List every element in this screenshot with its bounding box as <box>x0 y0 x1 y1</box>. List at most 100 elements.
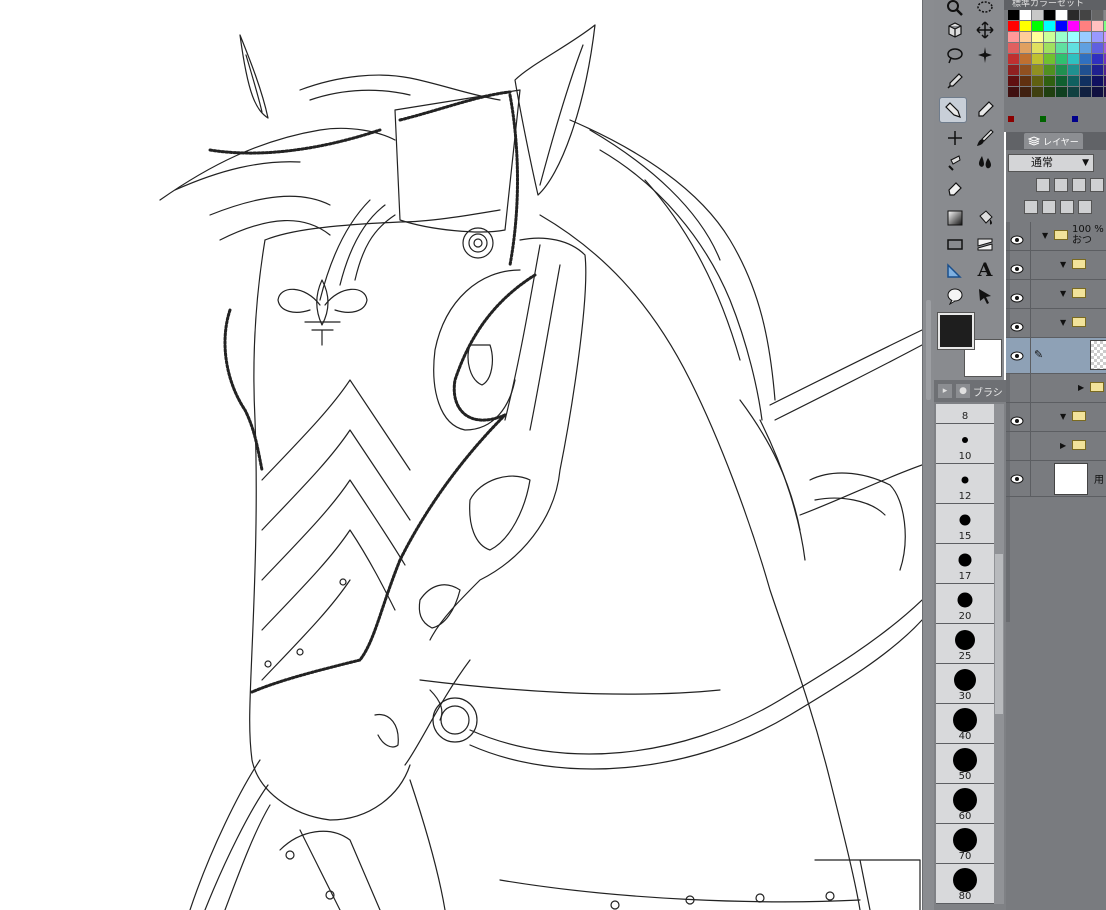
zoom-tool-button[interactable] <box>942 0 968 20</box>
color-set-tab[interactable]: 標準カラーセット <box>1004 0 1106 10</box>
color-swatch[interactable] <box>1008 76 1019 86</box>
layer-row[interactable]: ▶ <box>1006 374 1106 403</box>
color-swatch[interactable] <box>1092 32 1103 42</box>
color-swatch[interactable] <box>1044 32 1055 42</box>
blend-mode-select[interactable]: 通常 ▼ <box>1008 154 1094 172</box>
brush-size-item[interactable]: 70 <box>936 824 994 864</box>
color-swatch[interactable] <box>1008 65 1019 75</box>
eye-icon[interactable] <box>1010 382 1024 392</box>
layer-row[interactable]: ▼ 100 % おつ <box>1006 222 1106 251</box>
color-swatch[interactable] <box>1020 10 1031 20</box>
color-swatch[interactable] <box>1092 10 1103 20</box>
color-swatch[interactable] <box>1044 54 1055 64</box>
fill-tool-button[interactable] <box>972 206 998 230</box>
scrollbar-thumb[interactable] <box>995 554 1003 714</box>
color-swatch[interactable] <box>1056 87 1067 97</box>
pen-tool-button[interactable] <box>939 97 967 123</box>
color-swatch[interactable] <box>1092 87 1103 97</box>
brush-size-item[interactable]: 30 <box>936 664 994 704</box>
color-swatch[interactable] <box>1068 43 1079 53</box>
color-swatch[interactable] <box>1032 87 1043 97</box>
color-swatch[interactable] <box>1068 32 1079 42</box>
color-swatch[interactable] <box>1068 10 1079 20</box>
color-swatch[interactable] <box>1092 21 1103 31</box>
color-swatch[interactable] <box>1020 76 1031 86</box>
layer-row[interactable]: ▼ <box>1006 251 1106 280</box>
decoration-tool-button[interactable] <box>942 150 968 174</box>
gradient-tool-button[interactable] <box>942 206 968 230</box>
new-raster-layer-icon[interactable] <box>1024 200 1038 214</box>
eye-icon[interactable] <box>1010 288 1024 303</box>
color-swatch[interactable] <box>1056 76 1067 86</box>
new-vector-layer-icon[interactable] <box>1042 200 1056 214</box>
eye-icon[interactable] <box>1010 411 1024 426</box>
lock-transparency-icon[interactable] <box>1090 178 1104 192</box>
recent-color-swatch[interactable] <box>1040 116 1046 122</box>
color-swatch[interactable] <box>1092 43 1103 53</box>
color-swatch[interactable] <box>1056 54 1067 64</box>
color-swatch[interactable] <box>1044 65 1055 75</box>
brush-size-tab[interactable]: ▸ ● ブラシ <box>934 380 1006 402</box>
color-swatch[interactable] <box>1032 65 1043 75</box>
move-tool-button[interactable] <box>972 18 998 42</box>
brush-size-item[interactable]: 17 <box>936 544 994 584</box>
color-swatch[interactable] <box>1080 65 1091 75</box>
brush-size-item[interactable]: 50 <box>936 744 994 784</box>
color-swatch[interactable] <box>1092 76 1103 86</box>
eye-icon[interactable] <box>1010 230 1024 245</box>
color-swatch[interactable] <box>1008 87 1019 97</box>
text-tool-button[interactable]: A <box>972 258 998 282</box>
splitter-grip[interactable] <box>926 300 931 400</box>
color-swatch[interactable] <box>1080 43 1091 53</box>
clip-icon[interactable] <box>1036 178 1050 192</box>
color-swatch[interactable] <box>1008 43 1019 53</box>
color-swatch[interactable] <box>1032 76 1043 86</box>
color-swatch[interactable] <box>1068 87 1079 97</box>
color-swatch[interactable] <box>1020 43 1031 53</box>
color-swatch[interactable] <box>1020 32 1031 42</box>
layer-row[interactable]: ▼ <box>1006 280 1106 309</box>
object-tool-button[interactable] <box>942 18 968 42</box>
chevron-down-icon[interactable]: ▼ <box>1060 412 1066 421</box>
brush-size-item[interactable]: 40 <box>936 704 994 744</box>
chevron-down-icon[interactable]: ▼ <box>1042 231 1048 240</box>
color-swatch[interactable] <box>1092 65 1103 75</box>
chevron-right-icon[interactable]: ▶ <box>1060 441 1066 450</box>
blend-tool-button[interactable] <box>972 150 998 174</box>
reference-icon[interactable] <box>1054 178 1068 192</box>
panel-menu-icon[interactable]: ▸ <box>938 384 952 398</box>
color-swatch[interactable] <box>1080 87 1091 97</box>
color-swatch[interactable] <box>1068 76 1079 86</box>
color-swatch[interactable] <box>1008 54 1019 64</box>
brush-size-item[interactable]: 80 <box>936 864 994 904</box>
pencil-tool-button[interactable] <box>972 98 998 122</box>
layer-row[interactable]: ▶ <box>1006 432 1106 461</box>
frame-tool-button[interactable] <box>972 232 998 256</box>
color-swatch[interactable] <box>1056 21 1067 31</box>
color-swatch[interactable] <box>1044 76 1055 86</box>
color-swatch[interactable] <box>1056 32 1067 42</box>
color-swatch[interactable] <box>1032 10 1043 20</box>
tab-layer[interactable]: レイヤー <box>1024 133 1083 149</box>
color-swatch[interactable] <box>1020 54 1031 64</box>
drawing-canvas[interactable] <box>0 0 922 910</box>
layer-row[interactable]: 用 <box>1006 461 1106 497</box>
brush-list-scrollbar[interactable] <box>994 404 1004 904</box>
brush-size-item[interactable]: 25 <box>936 624 994 664</box>
color-swatch[interactable] <box>1020 21 1031 31</box>
color-swatch[interactable] <box>1008 10 1019 20</box>
color-swatch[interactable] <box>1008 21 1019 31</box>
selection-tool-button[interactable] <box>972 0 998 20</box>
eye-icon[interactable] <box>1010 317 1024 332</box>
color-swatch[interactable] <box>1080 32 1091 42</box>
airbrush-tool-button[interactable] <box>942 126 968 150</box>
lasso-tool-button[interactable] <box>942 43 968 67</box>
ruler-tool-button[interactable] <box>942 258 968 282</box>
brush-size-item[interactable]: 15 <box>936 504 994 544</box>
color-swatch[interactable] <box>1092 54 1103 64</box>
brush-size-item[interactable]: 10 <box>936 424 994 464</box>
eye-icon[interactable] <box>1010 346 1024 361</box>
color-swatch[interactable] <box>1020 65 1031 75</box>
figure-tool-button[interactable] <box>942 232 968 256</box>
layer-row[interactable]: ✎ <box>1006 338 1106 374</box>
